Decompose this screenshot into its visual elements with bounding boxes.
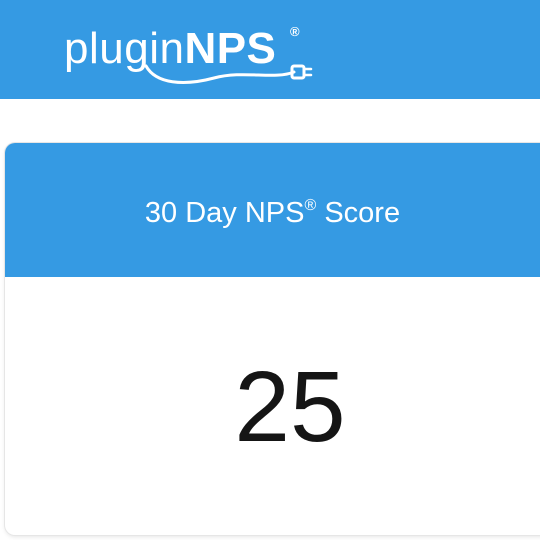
pluginnps-logo[interactable]: pluginNPS ® [64,18,314,84]
registered-mark: ® [290,24,300,39]
card-title-text: 30 Day NPS [144,197,305,229]
plug-cord-icon [144,64,313,84]
card-title-suffix: Score [316,197,401,229]
card-title-registered-mark: ® [304,197,317,214]
card-header: 30 Day NPS® Score [5,143,540,277]
nps-score-card: 30 Day NPS® Score 25 [5,143,540,535]
nps-score-value: 25 [234,351,346,463]
card-title: 30 Day NPS® Score [5,195,540,236]
app-header: pluginNPS ® [0,0,540,99]
